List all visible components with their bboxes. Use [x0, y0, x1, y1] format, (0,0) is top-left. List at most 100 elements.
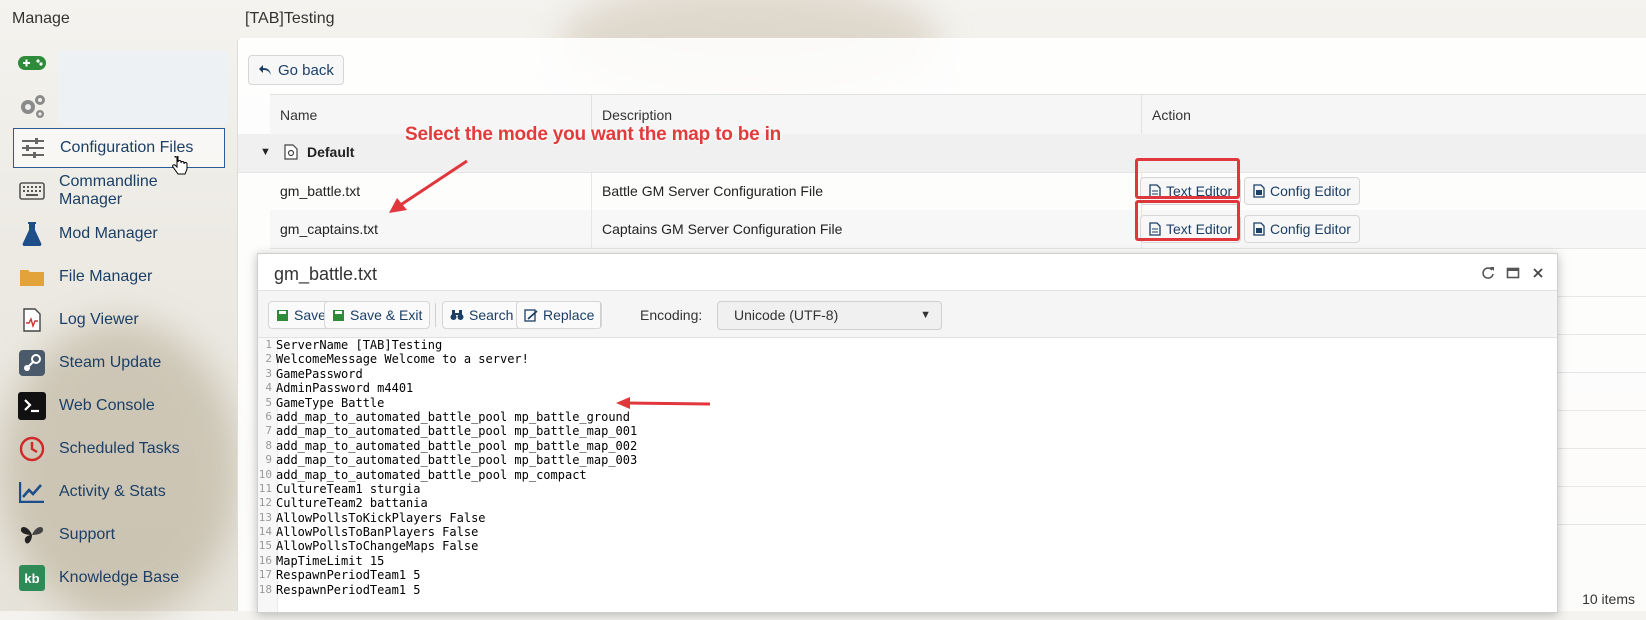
clock-icon: [17, 434, 47, 464]
close-icon[interactable]: [1531, 266, 1545, 280]
config-file-icon: [284, 144, 298, 160]
line-number: 3: [265, 366, 272, 380]
sidebar-item-label: Configuration Files: [60, 139, 194, 156]
sidebar-item-web-console[interactable]: Web Console: [13, 386, 225, 426]
line-text: AllowPollsToBanPlayers False: [276, 525, 479, 540]
code-line[interactable]: 13 AllowPollsToKickPlayers False: [258, 511, 637, 525]
sidebar-item-label: File Manager: [59, 268, 153, 285]
sidebar-item-configuration-files[interactable]: Configuration Files: [13, 128, 225, 168]
code-line[interactable]: 1 ServerName [TAB]Testing: [258, 338, 637, 352]
line-text: add_map_to_automated_battle_pool mp_batt…: [276, 409, 631, 424]
replace-button[interactable]: Replace: [516, 301, 603, 329]
page-title: [TAB]Testing: [245, 10, 335, 27]
sidebar-item-file-manager[interactable]: File Manager: [13, 257, 225, 297]
code-line[interactable]: 14 AllowPollsToBanPlayers False: [258, 525, 637, 539]
code-line[interactable]: 4 AdminPassword m4401: [258, 381, 637, 395]
line-number: 2: [265, 352, 272, 366]
log-icon: [17, 305, 47, 335]
line-text: WelcomeMessage Welcome to a server!: [276, 352, 529, 367]
code-line[interactable]: 11 CultureTeam1 sturgia: [258, 482, 637, 496]
code-line[interactable]: 7 add_map_to_automated_battle_pool mp_bat…: [258, 424, 637, 438]
code-lines: 1 ServerName [TAB]Testing 2 WelcomeMessage …: [258, 338, 637, 597]
line-number: 17: [258, 568, 272, 582]
line-text: add_map_to_automated_battle_pool mp_batt…: [276, 424, 638, 439]
highlight-box: [1135, 158, 1240, 199]
code-line[interactable]: 18 RespawnPeriodTeam1 5: [258, 583, 637, 597]
manage-label: Manage: [12, 10, 70, 27]
config-editor-button[interactable]: Config Editor: [1244, 215, 1360, 243]
line-text: GamePassword: [276, 366, 363, 381]
sidebar-item-knowledge-base[interactable]: kb Knowledge Base: [13, 558, 225, 598]
line-text: add_map_to_automated_battle_pool mp_batt…: [276, 453, 638, 468]
go-back-button[interactable]: Go back: [248, 55, 344, 85]
annotation-text: Select the mode you want the map to be i…: [405, 124, 782, 145]
code-line[interactable]: 8 add_map_to_automated_battle_pool mp_bat…: [258, 439, 637, 453]
sidebar-item-support[interactable]: Support: [13, 515, 225, 555]
line-number: 12: [258, 496, 272, 510]
terminal-icon: [17, 391, 47, 421]
config-document-icon: [1253, 184, 1265, 198]
line-text: ServerName [TAB]Testing: [276, 338, 443, 352]
save-exit-button[interactable]: Save & Exit: [324, 301, 431, 329]
config-editor-button[interactable]: Config Editor: [1244, 177, 1360, 205]
config-editor-label: Config Editor: [1270, 183, 1351, 199]
save-label: Save: [294, 307, 326, 323]
encoding-value: Unicode (UTF-8): [734, 307, 839, 323]
gamepad-icon[interactable]: [16, 50, 48, 76]
sidebar-item-scheduled-tasks[interactable]: Scheduled Tasks: [13, 429, 225, 469]
line-number: 9: [265, 453, 272, 467]
sidebar-item-label: Commandline Manager: [58, 173, 158, 208]
top-bar: Manage [TAB]Testing: [0, 0, 1646, 38]
table-row[interactable]: gm_battle.txt Battle GM Server Configura…: [270, 172, 1646, 211]
line-number: 6: [265, 409, 272, 423]
server-avatar: [58, 50, 228, 126]
replace-label: Replace: [543, 307, 595, 323]
code-line[interactable]: 17 RespawnPeriodTeam1 5: [258, 568, 637, 582]
line-text: GameType Battle: [276, 395, 385, 410]
sidebar-item-mod-manager[interactable]: Mod Manager: [13, 214, 225, 254]
refresh-icon[interactable]: [1481, 266, 1495, 280]
code-line[interactable]: 9 add_map_to_automated_battle_pool mp_bat…: [258, 453, 637, 467]
code-line[interactable]: 16 MapTimeLimit 15: [258, 554, 637, 568]
column-header-action[interactable]: Action: [1142, 95, 1646, 135]
line-number: 15: [258, 539, 272, 553]
code-area[interactable]: 1 ServerName [TAB]Testing 2 WelcomeMessage …: [258, 338, 1557, 612]
line-number: 18: [258, 582, 272, 596]
line-number: 11: [258, 481, 272, 495]
code-line[interactable]: 12 CultureTeam2 battania: [258, 496, 637, 510]
code-line[interactable]: 15 AllowPollsToChangeMaps False: [258, 539, 637, 553]
window-controls: [1481, 266, 1545, 280]
group-name: Default: [307, 144, 355, 160]
line-text: CultureTeam2 battania: [276, 496, 428, 511]
annotation-arrow: [389, 159, 468, 213]
collapse-triangle-icon[interactable]: ▼: [260, 146, 271, 158]
line-text: AllowPollsToChangeMaps False: [276, 539, 479, 554]
highlight-box: [1135, 200, 1240, 241]
sidebar-item-label: Activity & Stats: [59, 483, 166, 500]
code-line[interactable]: 2 WelcomeMessage Welcome to a server!: [258, 352, 637, 366]
editor-title: gm_battle.txt: [274, 264, 378, 284]
code-line[interactable]: 5 GameType Battle: [258, 396, 637, 410]
sidebar-item-activity-stats[interactable]: Activity & Stats: [13, 472, 225, 512]
table-row[interactable]: gm_captains.txt Captains GM Server Confi…: [270, 210, 1646, 249]
chart-icon: [17, 477, 47, 507]
sidebar-item-log-viewer[interactable]: Log Viewer: [13, 300, 225, 340]
gears-icon[interactable]: [16, 93, 48, 119]
line-number: 7: [265, 424, 272, 438]
sidebar-item-label: Web Console: [59, 397, 155, 414]
search-button[interactable]: Search: [442, 301, 522, 329]
line-number: 1: [265, 338, 272, 351]
sliders-icon: [18, 133, 48, 163]
maximize-icon[interactable]: [1506, 266, 1520, 280]
annotation-arrow: [614, 397, 714, 411]
sidebar-item-steam-update[interactable]: Steam Update: [13, 343, 225, 383]
sidebar-item-commandline-manager[interactable]: Commandline Manager: [13, 171, 225, 211]
line-number: 4: [265, 381, 272, 395]
code-line[interactable]: 10 add_map_to_automated_battle_pool mp_co…: [258, 468, 637, 482]
binoculars-icon: [450, 310, 464, 320]
code-line[interactable]: 3 GamePassword: [258, 367, 637, 381]
code-line[interactable]: 6 add_map_to_automated_battle_pool mp_bat…: [258, 410, 637, 424]
encoding-select[interactable]: Unicode (UTF-8) ▼: [717, 301, 942, 330]
save-exit-label: Save & Exit: [350, 307, 423, 323]
sidebar-item-label: Log Viewer: [59, 311, 139, 328]
